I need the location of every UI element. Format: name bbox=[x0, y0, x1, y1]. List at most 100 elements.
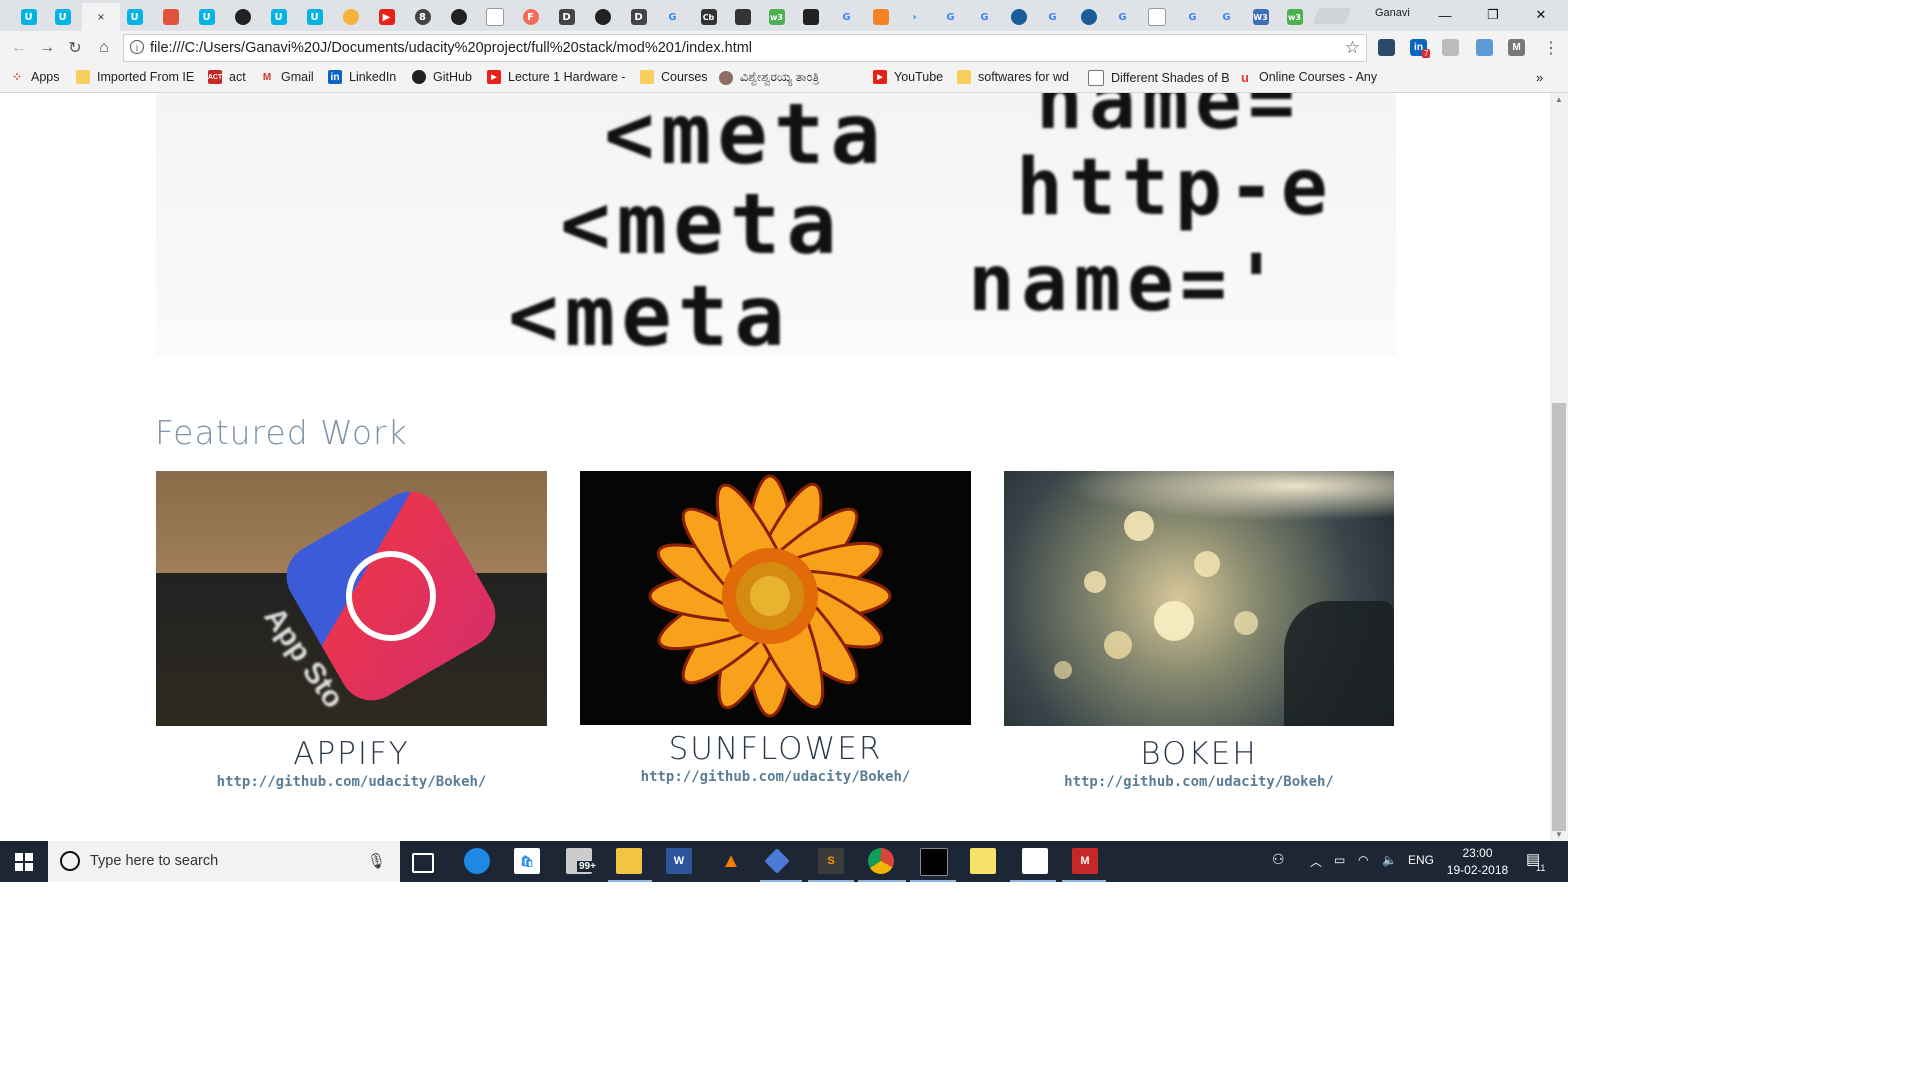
restore-button[interactable]: ❐ bbox=[1478, 5, 1508, 25]
tab-cap[interactable] bbox=[1002, 3, 1035, 31]
bookmark-gmail[interactable]: M Gmail bbox=[260, 70, 314, 84]
bookmark-youtube[interactable]: ▶ YouTube bbox=[873, 70, 943, 84]
sunflower-photo[interactable] bbox=[580, 471, 971, 725]
git-icon[interactable] bbox=[764, 848, 790, 874]
card-link[interactable]: http://github.com/udacity/Bokeh/ bbox=[156, 774, 547, 790]
bookmark-vtu[interactable]: ವಿಶ್ವೇಶ್ವರಯ್ಯ ತಾಂತ್ರಿ bbox=[719, 70, 819, 85]
bookmark-softwares-for-wd[interactable]: softwares for wd bbox=[957, 70, 1069, 84]
tab-cap[interactable] bbox=[1072, 3, 1105, 31]
tab-eight[interactable]: 8 bbox=[406, 3, 439, 31]
tab-stack[interactable] bbox=[864, 3, 897, 31]
more-bookmarks-icon[interactable]: » bbox=[1536, 70, 1543, 85]
bookmark-online-courses[interactable]: u Online Courses - Any bbox=[1238, 70, 1377, 85]
tab-dark[interactable] bbox=[794, 3, 827, 31]
tab-d[interactable]: D bbox=[550, 3, 583, 31]
card-link[interactable]: http://github.com/udacity/Bokeh/ bbox=[1004, 774, 1394, 790]
taskbar-search[interactable]: Type here to search 🎙 bbox=[48, 841, 400, 882]
tab-dark[interactable] bbox=[726, 3, 759, 31]
profile-name[interactable]: Ganavi bbox=[1375, 7, 1410, 19]
tab-w3[interactable]: w3 bbox=[1278, 3, 1311, 31]
vlc-icon[interactable]: ▲ bbox=[718, 848, 744, 874]
mcafee-icon[interactable]: M bbox=[1072, 848, 1098, 874]
bookmark-imported-from-ie[interactable]: Imported From IE bbox=[76, 70, 194, 84]
start-button[interactable] bbox=[0, 841, 48, 882]
tab-google[interactable]: G bbox=[968, 3, 1001, 31]
tab-google[interactable]: G bbox=[934, 3, 967, 31]
tab-google[interactable]: G bbox=[1106, 3, 1139, 31]
volume-icon[interactable]: 🔈 bbox=[1382, 853, 1397, 867]
page-scrollbar[interactable]: ▲ ▼ bbox=[1550, 93, 1568, 841]
clock[interactable]: 23:00 19-02-2018 bbox=[1445, 845, 1510, 879]
sublime-text-icon[interactable]: S bbox=[818, 848, 844, 874]
tab-close-icon[interactable]: × bbox=[97, 10, 104, 24]
people-icon[interactable]: ⚇ bbox=[1272, 851, 1285, 868]
tab-w3[interactable]: W3 bbox=[1244, 3, 1277, 31]
tab-cb[interactable]: Cb bbox=[692, 3, 725, 31]
tab-udacity[interactable]: U bbox=[262, 3, 295, 31]
tab-google[interactable]: G bbox=[1036, 3, 1069, 31]
task-view-icon[interactable] bbox=[412, 853, 434, 873]
tab-udacity[interactable]: U bbox=[298, 3, 331, 31]
store-icon[interactable]: 🛍 bbox=[514, 848, 540, 874]
info-icon[interactable]: i bbox=[130, 40, 144, 54]
show-hidden-icons[interactable]: ︿ bbox=[1310, 853, 1322, 870]
tab-google[interactable]: G bbox=[830, 3, 863, 31]
app-store-icon-photo[interactable]: App Sto bbox=[156, 471, 547, 726]
language-indicator[interactable]: ENG bbox=[1408, 853, 1434, 867]
tab-github[interactable] bbox=[586, 3, 619, 31]
forward-button[interactable]: → bbox=[36, 37, 58, 59]
tab-f[interactable]: F bbox=[514, 3, 547, 31]
reload-button[interactable]: ↻ bbox=[64, 37, 86, 59]
tab-arrow[interactable]: › bbox=[898, 3, 931, 31]
bookmark-lecture-1-hardware[interactable]: ▶ Lecture 1 Hardware - bbox=[487, 70, 625, 84]
tab-google[interactable]: G bbox=[1176, 3, 1209, 31]
tab-udacity[interactable]: U bbox=[118, 3, 151, 31]
terminal-icon[interactable] bbox=[920, 848, 948, 876]
chrome-icon[interactable] bbox=[868, 848, 894, 874]
m-extension-icon[interactable]: M bbox=[1508, 39, 1525, 56]
tab-youtube[interactable]: ▶ bbox=[370, 3, 403, 31]
scrollbar-thumb[interactable] bbox=[1552, 403, 1566, 831]
scroll-down-icon[interactable]: ▼ bbox=[1555, 830, 1563, 839]
search-placeholder[interactable]: Type here to search bbox=[90, 853, 218, 869]
minimize-button[interactable]: — bbox=[1430, 5, 1460, 25]
edge-like-icon[interactable] bbox=[464, 848, 490, 874]
bookmark-courses[interactable]: Courses bbox=[640, 70, 708, 84]
tab-red-square[interactable] bbox=[154, 3, 187, 31]
tab-active[interactable]: × bbox=[82, 3, 120, 31]
address-bar[interactable]: i file:///C:/Users/Ganavi%20J/Documents/… bbox=[123, 34, 1367, 62]
tab-udacity[interactable]: U bbox=[190, 3, 223, 31]
bookmark-linkedin[interactable]: in LinkedIn bbox=[328, 70, 396, 84]
tab-udacity[interactable]: U bbox=[46, 3, 79, 31]
tab-github[interactable] bbox=[226, 3, 259, 31]
notepad-icon[interactable] bbox=[1022, 848, 1048, 874]
url-text[interactable]: file:///C:/Users/Ganavi%20J/Documents/ud… bbox=[150, 40, 752, 56]
bookmark-apps[interactable]: ⁘ Apps bbox=[10, 70, 60, 84]
bookmark-star-icon[interactable]: ☆ bbox=[1345, 38, 1360, 58]
home-button[interactable]: ⌂ bbox=[93, 37, 115, 59]
word-icon[interactable]: W bbox=[666, 848, 692, 874]
bookmark-github[interactable]: GitHub bbox=[412, 70, 472, 84]
sticky-notes-icon[interactable] bbox=[970, 848, 996, 874]
tab-google[interactable]: G bbox=[656, 3, 689, 31]
tab-github[interactable] bbox=[442, 3, 475, 31]
bokeh-lights-photo[interactable] bbox=[1004, 471, 1394, 726]
tab-d[interactable]: D bbox=[622, 3, 655, 31]
tab-google[interactable]: G bbox=[1210, 3, 1243, 31]
file-explorer-icon[interactable] bbox=[616, 848, 642, 874]
battery-icon[interactable]: ▭ bbox=[1334, 853, 1345, 867]
microphone-icon[interactable]: 🎙 bbox=[367, 852, 386, 870]
sync-extension-icon[interactable] bbox=[1476, 39, 1493, 56]
bookmark-act[interactable]: ACT act bbox=[208, 70, 246, 84]
scroll-up-icon[interactable]: ▲ bbox=[1555, 95, 1563, 104]
tab-page[interactable] bbox=[1140, 3, 1173, 31]
close-window-button[interactable]: ✕ bbox=[1526, 5, 1556, 25]
tab-colorwheel[interactable] bbox=[334, 3, 367, 31]
tab-w3[interactable]: w3 bbox=[760, 3, 793, 31]
bookmark-different-shades[interactable]: Different Shades of B bbox=[1088, 70, 1230, 86]
new-tab-button[interactable] bbox=[1313, 8, 1351, 24]
tab-udacity[interactable]: U bbox=[12, 3, 45, 31]
cast-extension-icon[interactable] bbox=[1442, 39, 1459, 56]
back-button[interactable]: ← bbox=[8, 37, 30, 59]
extension-icon[interactable] bbox=[1378, 39, 1395, 56]
